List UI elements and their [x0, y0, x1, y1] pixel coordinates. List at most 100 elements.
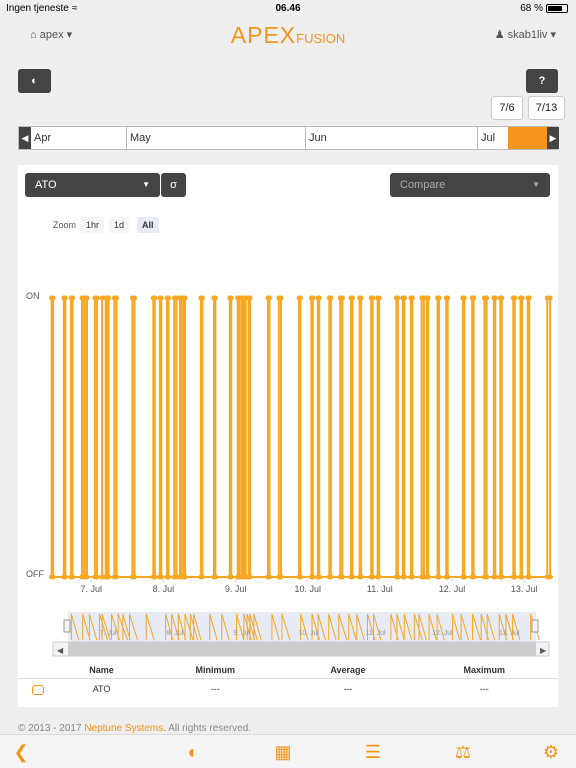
- data-point: [425, 295, 431, 301]
- footer: © 2013 - 2017 Neptune Systems. All right…: [18, 723, 251, 734]
- calendar-icon[interactable]: ▦: [272, 741, 294, 763]
- pulse-42: [471, 297, 475, 577]
- data-point: [339, 295, 345, 301]
- data-point: [62, 295, 68, 301]
- pulse-44: [492, 297, 497, 577]
- x-tick-label: 8. Jul: [153, 584, 175, 594]
- help-button[interactable]: ?: [526, 69, 558, 93]
- data-point: [70, 574, 76, 580]
- data-point: [409, 574, 415, 580]
- timeline-month[interactable]: May: [126, 127, 305, 149]
- navigator-right-handle[interactable]: [531, 619, 539, 633]
- copyright: © 2013 - 2017: [18, 723, 82, 734]
- back-icon[interactable]: ❮: [10, 741, 32, 763]
- data-point: [349, 574, 355, 580]
- navigator-scrollbar-thumb[interactable]: [68, 642, 536, 656]
- user-icon: ♟: [494, 29, 505, 41]
- scroll-left-icon[interactable]: ◀: [57, 646, 64, 655]
- data-point: [499, 574, 505, 580]
- pulse-47: [519, 297, 523, 577]
- timeline-right-arrow[interactable]: ▶: [547, 127, 559, 149]
- timeline-slider[interactable]: ◀ Apr May Jun Jul ▶: [18, 126, 559, 150]
- brand-sub: FUSION: [296, 31, 346, 46]
- compare-select[interactable]: Compare ▼: [390, 173, 550, 197]
- data-point: [471, 574, 477, 580]
- pulse-3: [80, 297, 86, 577]
- bottom-tab-bar: ❮ ◐ ▦ ☰ ⚖ ⚙: [0, 734, 576, 768]
- battery-indicator: 68 %: [520, 3, 568, 14]
- navigator-left-handle[interactable]: [63, 619, 71, 633]
- pulse-25: [298, 297, 302, 577]
- gear-icon[interactable]: ⚙: [540, 741, 562, 763]
- navigator-tick-label: 12. Jul: [432, 630, 453, 637]
- date-end[interactable]: 7/13: [528, 96, 565, 120]
- data-point: [310, 295, 316, 301]
- pulse-0: [50, 297, 55, 577]
- company-link[interactable]: Neptune Systems: [84, 723, 163, 734]
- navigator-window[interactable]: [68, 612, 536, 642]
- pulse-16: [199, 297, 204, 577]
- timeline-month[interactable]: Jul: [477, 127, 508, 149]
- data-point: [106, 574, 112, 580]
- dashboard-button[interactable]: ◐: [18, 69, 51, 93]
- navigator-tick-label: 11. Jul: [365, 630, 386, 637]
- clock: 06.46: [275, 3, 301, 14]
- outlet-select[interactable]: ATO ▼: [25, 173, 160, 197]
- data-point: [182, 295, 188, 301]
- data-point: [298, 574, 303, 580]
- data-point: [152, 574, 158, 580]
- caret-down-icon: ▼: [532, 180, 540, 189]
- navigator-tick-label: 13. Jul: [499, 630, 520, 637]
- data-point: [499, 295, 505, 301]
- data-point: [401, 295, 407, 301]
- data-point: [492, 295, 498, 301]
- data-point: [547, 574, 553, 580]
- dashboard-icon[interactable]: ◐: [182, 741, 204, 763]
- data-point: [484, 295, 490, 301]
- data-point: [278, 295, 284, 301]
- data-point: [526, 295, 532, 301]
- x-tick-label: 10. Jul: [294, 584, 321, 594]
- date-start[interactable]: 7/6: [491, 96, 523, 120]
- x-tick-label: 9. Jul: [225, 584, 247, 594]
- zoom-1d[interactable]: 1d: [109, 217, 130, 233]
- pulse-12: [166, 297, 170, 577]
- pulse-39: [436, 297, 441, 577]
- user-name: skab1liv: [507, 29, 548, 41]
- zoom-all[interactable]: All: [137, 217, 159, 233]
- pulse-34: [395, 297, 399, 577]
- caret-down-icon: ▼: [142, 180, 150, 189]
- timeline-left-arrow[interactable]: ◀: [19, 127, 31, 149]
- data-point: [228, 295, 234, 301]
- col-average: Average: [285, 663, 411, 679]
- data-point: [370, 574, 376, 580]
- data-point: [358, 295, 364, 301]
- timeline-selection-handle[interactable]: [508, 127, 547, 149]
- ato-chart: ON OFF 7. Jul 8. Jul 9. Jul 10. Jul 11. Jul 1…: [26, 291, 553, 657]
- data-point: [316, 574, 322, 580]
- timeline-month[interactable]: Jun: [305, 127, 477, 149]
- data-point: [94, 574, 100, 580]
- y-label-on: ON: [26, 291, 40, 301]
- scroll-right-icon[interactable]: ▶: [540, 646, 547, 655]
- pulse-9: [131, 297, 136, 577]
- sigma-button[interactable]: σ: [161, 173, 186, 197]
- log-icon[interactable]: ☰: [362, 741, 384, 763]
- data-point: [228, 574, 234, 580]
- pulse-14: [179, 297, 183, 577]
- timeline-month[interactable]: Apr: [31, 127, 126, 149]
- outlet-select-value: ATO: [35, 179, 57, 191]
- user-menu[interactable]: ♟ skab1liv ▾: [495, 28, 556, 41]
- zoom-1hr[interactable]: 1hr: [81, 217, 105, 233]
- data-point: [62, 574, 68, 580]
- pulse-22: [247, 297, 251, 577]
- data-point: [70, 295, 76, 301]
- navigator-tick-label: 8. Jul: [167, 630, 184, 637]
- data-point: [547, 295, 553, 301]
- pulse-4: [83, 297, 88, 577]
- navigator-tick-label: 9. Jul: [233, 630, 250, 637]
- pulse-7: [106, 297, 110, 577]
- data-point: [436, 574, 442, 580]
- pulse-1: [62, 297, 67, 577]
- flask-icon[interactable]: ⚖: [452, 741, 474, 763]
